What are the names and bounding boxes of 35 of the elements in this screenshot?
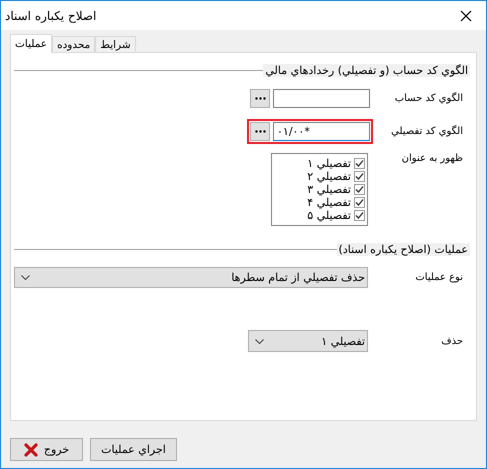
checkbox-label: تفصيلي ۱ [307,157,351,170]
checkbox-label: تفصيلي ۳ [307,183,351,196]
browse-button[interactable] [250,89,270,108]
close-icon [460,10,472,22]
checkbox[interactable] [354,184,365,195]
field-label: ظهور به عنوان [400,153,464,164]
run-button[interactable]: اجراي عمليات [90,438,177,461]
tab[interactable]: محدوده [52,36,96,52]
ellipsis-icon [254,130,266,133]
browse-button[interactable] [250,122,270,141]
field-label: الگوي کد تفصيلي [390,126,464,137]
section-title: الگوي کد حساب (و تفصيلي) رخدادهاي مالي [263,64,470,76]
chevron-down-icon [255,338,264,344]
checkbox-label: تفصيلي ۴ [307,196,351,209]
input-field[interactable] [273,89,370,108]
checkbox[interactable] [354,158,365,169]
checkbox[interactable] [354,197,365,208]
dropdown[interactable]: حذف تفصيلي از تمام سطرها [14,267,368,288]
chevron-down-icon [21,275,30,280]
checkbox[interactable] [354,171,365,182]
checkbox-label: تفصيلي ۵ [307,209,351,222]
checkbox[interactable] [354,210,365,221]
exit-button[interactable]: خروج [10,438,83,461]
field-label: الگوي کد حساب [394,93,464,104]
section-title: عمليات (اصلاح يکباره اسناد) [336,242,470,256]
tab[interactable]: عمليات [10,34,52,53]
window-title: اصلاح يکباره اسناد [5,8,96,22]
field-label: نوع عمليات [414,272,464,283]
dropdown[interactable]: تفصيلي ۱ [248,330,368,352]
ellipsis-icon [254,97,266,100]
x-mark-icon [24,442,38,456]
input-field[interactable]: ٠١/٠٠* [273,122,370,141]
field-label: حذف [440,336,464,346]
checkbox-label: تفصيلي ۲ [307,170,351,183]
tab[interactable]: شرايط [95,36,136,52]
